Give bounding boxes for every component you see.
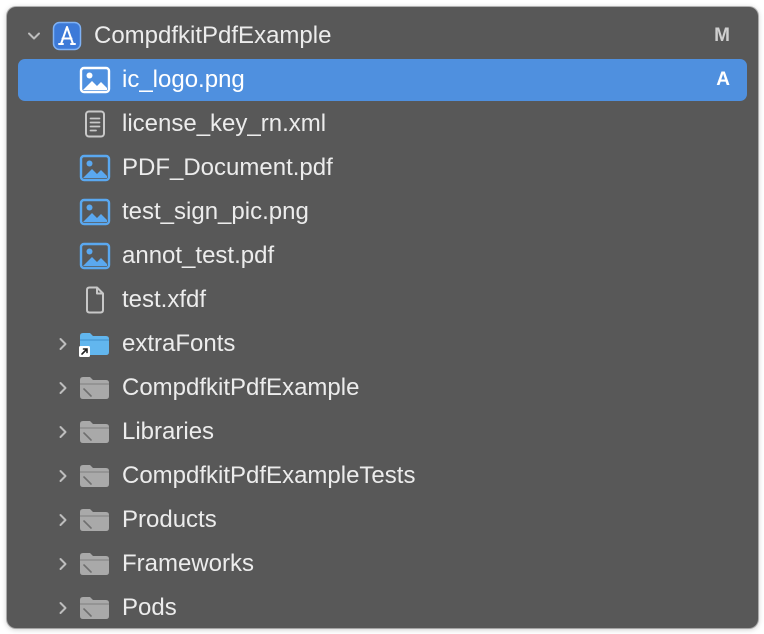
chevron-right-icon[interactable] <box>53 554 73 574</box>
image-file-icon <box>79 66 111 94</box>
chevron-right-icon[interactable] <box>53 466 73 486</box>
file-label: test_sign_pic.png <box>122 198 309 225</box>
file-label: PDF_Document.pdf <box>122 154 333 181</box>
group-row-frameworks[interactable]: Frameworks <box>7 542 758 586</box>
chevron-right-icon[interactable] <box>53 598 73 618</box>
file-row-annot-test[interactable]: annot_test.pdf <box>7 234 758 278</box>
group-folder-icon <box>78 506 110 534</box>
group-row-extrafonts[interactable]: extraFonts <box>7 322 758 366</box>
group-row-libraries[interactable]: Libraries <box>7 410 758 454</box>
group-folder-icon <box>78 418 110 446</box>
document-icon <box>83 286 107 314</box>
added-badge: A <box>716 69 730 90</box>
image-file-icon <box>79 154 111 182</box>
group-folder-icon <box>78 374 110 402</box>
xcode-project-icon <box>52 21 82 51</box>
image-file-icon <box>79 198 111 226</box>
group-folder-icon <box>78 462 110 490</box>
file-label: annot_test.pdf <box>122 242 275 269</box>
project-navigator: CompdfkitPdfExample M ic_logo.png A lice… <box>7 7 758 628</box>
group-row-products[interactable]: Products <box>7 498 758 542</box>
file-row-test-xfdf[interactable]: test.xfdf <box>7 278 758 322</box>
file-row-pdf-document[interactable]: PDF_Document.pdf <box>7 146 758 190</box>
group-label: Frameworks <box>122 550 255 577</box>
group-label: Products <box>122 506 217 533</box>
group-folder-icon <box>78 594 110 622</box>
file-row-test-sign-pic[interactable]: test_sign_pic.png <box>7 190 758 234</box>
group-row-compdfkitpdfexample[interactable]: CompdfkitPdfExample <box>7 366 758 410</box>
chevron-right-icon[interactable] <box>53 422 73 442</box>
file-row-ic-logo[interactable]: ic_logo.png A <box>7 58 758 102</box>
folder-reference-icon <box>78 330 110 358</box>
chevron-right-icon[interactable] <box>53 378 73 398</box>
group-label: Libraries <box>122 418 215 445</box>
group-label: CompdfkitPdfExample <box>122 374 360 401</box>
chevron-right-icon[interactable] <box>53 510 73 530</box>
file-label: license_key_rn.xml <box>122 110 327 137</box>
project-row[interactable]: CompdfkitPdfExample M <box>7 14 758 58</box>
chevron-down-icon[interactable] <box>24 26 44 46</box>
group-row-compdfkitpdfexampletests[interactable]: CompdfkitPdfExampleTests <box>7 454 758 498</box>
file-label: ic_logo.png <box>122 66 245 93</box>
image-file-icon <box>79 242 111 270</box>
project-label: CompdfkitPdfExample <box>94 22 332 49</box>
file-row-license-key[interactable]: license_key_rn.xml <box>7 102 758 146</box>
modified-badge: M <box>714 25 730 46</box>
group-label: extraFonts <box>122 330 236 357</box>
group-label: CompdfkitPdfExampleTests <box>122 462 416 489</box>
file-label: test.xfdf <box>122 286 207 313</box>
group-label: Pods <box>122 594 177 621</box>
text-file-icon <box>83 110 107 138</box>
group-folder-icon <box>78 550 110 578</box>
chevron-right-icon[interactable] <box>53 334 73 354</box>
group-row-pods[interactable]: Pods <box>7 586 758 628</box>
